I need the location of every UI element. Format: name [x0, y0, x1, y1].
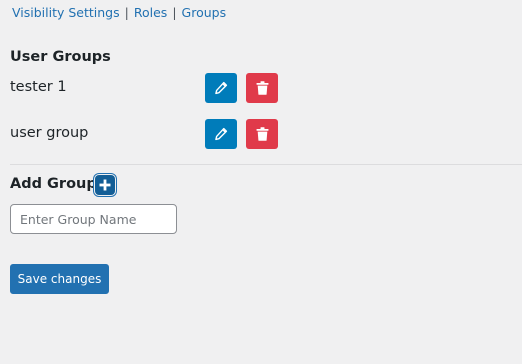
subnav-link-visibility-settings[interactable]: Visibility Settings [12, 5, 120, 20]
settings-subnav: Visibility Settings | Roles | Groups [12, 5, 226, 21]
trash-icon [256, 127, 268, 141]
group-name-user-group: user group [10, 125, 89, 141]
subnav-separator: | [172, 5, 177, 20]
plus-icon [99, 179, 111, 191]
trash-icon [256, 81, 268, 95]
group-name-tester-1: tester 1 [10, 79, 67, 95]
add-group-button[interactable] [95, 175, 115, 195]
pencil-icon [215, 127, 228, 141]
user-groups-heading: User Groups [10, 49, 111, 65]
section-divider [10, 164, 522, 165]
edit-group-button[interactable] [205, 119, 237, 149]
subnav-link-groups[interactable]: Groups [182, 5, 227, 20]
save-changes-button[interactable]: Save changes [10, 264, 109, 294]
subnav-separator: | [124, 5, 129, 20]
edit-group-button[interactable] [205, 73, 237, 103]
add-group-heading: Add Group [10, 176, 97, 192]
pencil-icon [215, 81, 228, 95]
subnav-link-roles[interactable]: Roles [134, 5, 167, 20]
delete-group-button[interactable] [246, 73, 278, 103]
group-name-input[interactable] [10, 204, 177, 234]
delete-group-button[interactable] [246, 119, 278, 149]
